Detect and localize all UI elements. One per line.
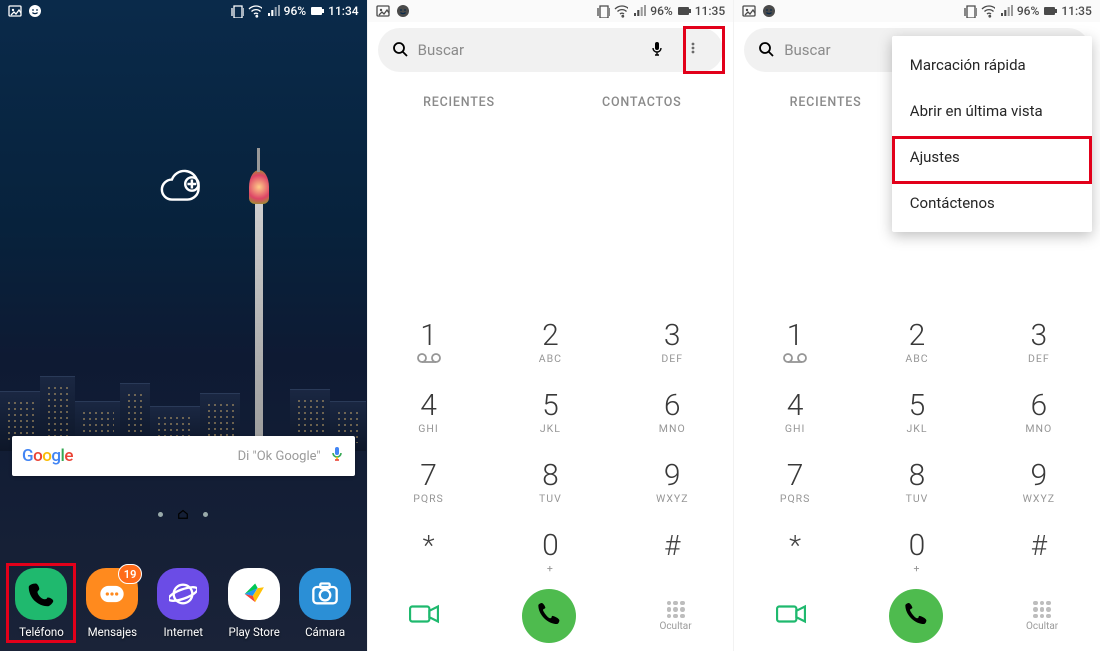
menu-settings[interactable]: Ajustes — [892, 134, 1092, 180]
key-3[interactable]: 3DEF — [611, 307, 733, 377]
more-button[interactable] — [681, 41, 709, 59]
search-placeholder: Buscar — [418, 41, 638, 59]
menu-last-view[interactable]: Abrir en última vista — [892, 88, 1092, 134]
app-internet[interactable]: Internet — [150, 568, 216, 639]
menu-contact-us[interactable]: Contáctenos — [892, 180, 1092, 226]
key-1[interactable]: 1 — [368, 307, 490, 377]
app-dock: Teléfono 19Mensajes Internet Play Store … — [0, 568, 367, 639]
key-4[interactable]: 4GHI — [734, 377, 856, 447]
video-call-button[interactable] — [409, 603, 439, 629]
wifi-icon — [981, 4, 995, 18]
hide-dialpad-button[interactable]: Ocultar — [659, 601, 691, 632]
mic-button[interactable] — [645, 41, 673, 59]
tab-recent[interactable]: RECIENTES — [734, 82, 917, 122]
menu-speed-dial[interactable]: Marcación rápida — [892, 42, 1092, 88]
key-2[interactable]: 2ABC — [856, 307, 978, 377]
key-8[interactable]: 8TUV — [856, 447, 978, 517]
image-icon — [8, 4, 22, 18]
key-7[interactable]: 7PQRS — [734, 447, 856, 517]
key-6[interactable]: 6MNO — [978, 377, 1100, 447]
key-5[interactable]: 5JKL — [856, 377, 978, 447]
key-hash[interactable]: # — [611, 517, 733, 587]
call-row: Ocultar — [368, 587, 734, 645]
key-4[interactable]: 4GHI — [368, 377, 490, 447]
call-row: Ocultar — [734, 587, 1100, 645]
signal-icon — [999, 4, 1013, 18]
app-playstore[interactable]: Play Store — [221, 568, 287, 639]
tabs: RECIENTES CONTACTOS — [368, 82, 734, 122]
messages-badge: 19 — [118, 564, 143, 584]
search-bar[interactable]: Buscar — [378, 28, 724, 72]
key-3[interactable]: 3DEF — [978, 307, 1100, 377]
key-9[interactable]: 9WXYZ — [978, 447, 1100, 517]
clock: 11:35 — [695, 4, 725, 18]
image-icon — [376, 4, 390, 18]
status-bar: 96% 11:34 — [0, 0, 367, 22]
battery-pct: 96% — [650, 4, 672, 18]
video-call-button[interactable] — [776, 603, 806, 629]
search-icon — [392, 41, 410, 59]
google-logo: Google — [22, 446, 73, 466]
page-indicator — [0, 508, 367, 520]
cloud-upload-widget[interactable] — [156, 164, 210, 208]
call-button[interactable] — [522, 589, 576, 643]
vibrate-icon — [230, 4, 244, 18]
key-1[interactable]: 1 — [734, 307, 856, 377]
key-2[interactable]: 2ABC — [489, 307, 611, 377]
clock: 11:35 — [1061, 4, 1091, 18]
vibrate-icon — [963, 4, 977, 18]
app-messages[interactable]: 19Mensajes — [79, 568, 145, 639]
tab-contacts[interactable]: CONTACTOS — [550, 82, 733, 122]
signal-icon — [266, 4, 280, 18]
image-icon — [742, 4, 756, 18]
signal-icon — [632, 4, 646, 18]
battery-icon — [677, 4, 691, 18]
wifi-icon — [248, 4, 262, 18]
dialpad: 1 2ABC 3DEF 4GHI 5JKL 6MNO 7PQRS 8TUV 9W… — [368, 307, 734, 587]
hide-dialpad-button[interactable]: Ocultar — [1026, 601, 1058, 632]
phone-app-menu-screen: 96% 11:35 Buscar RECIENTES 1 2ABC 3DEF 4… — [733, 0, 1100, 651]
battery-icon — [310, 4, 324, 18]
dialpad: 1 2ABC 3DEF 4GHI 5JKL 6MNO 7PQRS 8TUV 9W… — [734, 307, 1100, 587]
notification-icon — [396, 4, 410, 18]
status-bar: 96% 11:35 — [368, 0, 734, 22]
google-search-bar[interactable]: Google Di "Ok Google" — [12, 436, 355, 476]
key-0[interactable]: 0+ — [856, 517, 978, 587]
voice-search-icon[interactable] — [329, 446, 345, 466]
app-camera[interactable]: Cámara — [292, 568, 358, 639]
overflow-menu: Marcación rápida Abrir en última vista A… — [892, 36, 1092, 232]
search-hint: Di "Ok Google" — [73, 449, 329, 464]
key-6[interactable]: 6MNO — [611, 377, 733, 447]
key-0[interactable]: 0+ — [489, 517, 611, 587]
battery-pct: 96% — [1017, 4, 1039, 18]
key-8[interactable]: 8TUV — [489, 447, 611, 517]
key-hash[interactable]: # — [978, 517, 1100, 587]
key-9[interactable]: 9WXYZ — [611, 447, 733, 517]
battery-icon — [1043, 4, 1057, 18]
key-7[interactable]: 7PQRS — [368, 447, 490, 517]
home-icon — [177, 508, 189, 520]
battery-pct: 96% — [284, 4, 306, 18]
key-star[interactable]: * — [368, 517, 490, 587]
notification-icon — [762, 4, 776, 18]
tab-recent[interactable]: RECIENTES — [368, 82, 551, 122]
call-button[interactable] — [889, 589, 943, 643]
home-screen: 96% 11:34 Google Di "Ok Google" Teléfono… — [0, 0, 367, 651]
phone-app-screen: 96% 11:35 Buscar RECIENTES CONTACTOS 1 2… — [367, 0, 734, 651]
notification-icon — [28, 4, 42, 18]
key-5[interactable]: 5JKL — [489, 377, 611, 447]
clock: 11:34 — [328, 4, 358, 18]
status-bar: 96% 11:35 — [734, 0, 1100, 22]
search-icon — [758, 41, 776, 59]
wifi-icon — [614, 4, 628, 18]
vibrate-icon — [596, 4, 610, 18]
key-star[interactable]: * — [734, 517, 856, 587]
app-phone[interactable]: Teléfono — [8, 568, 74, 639]
